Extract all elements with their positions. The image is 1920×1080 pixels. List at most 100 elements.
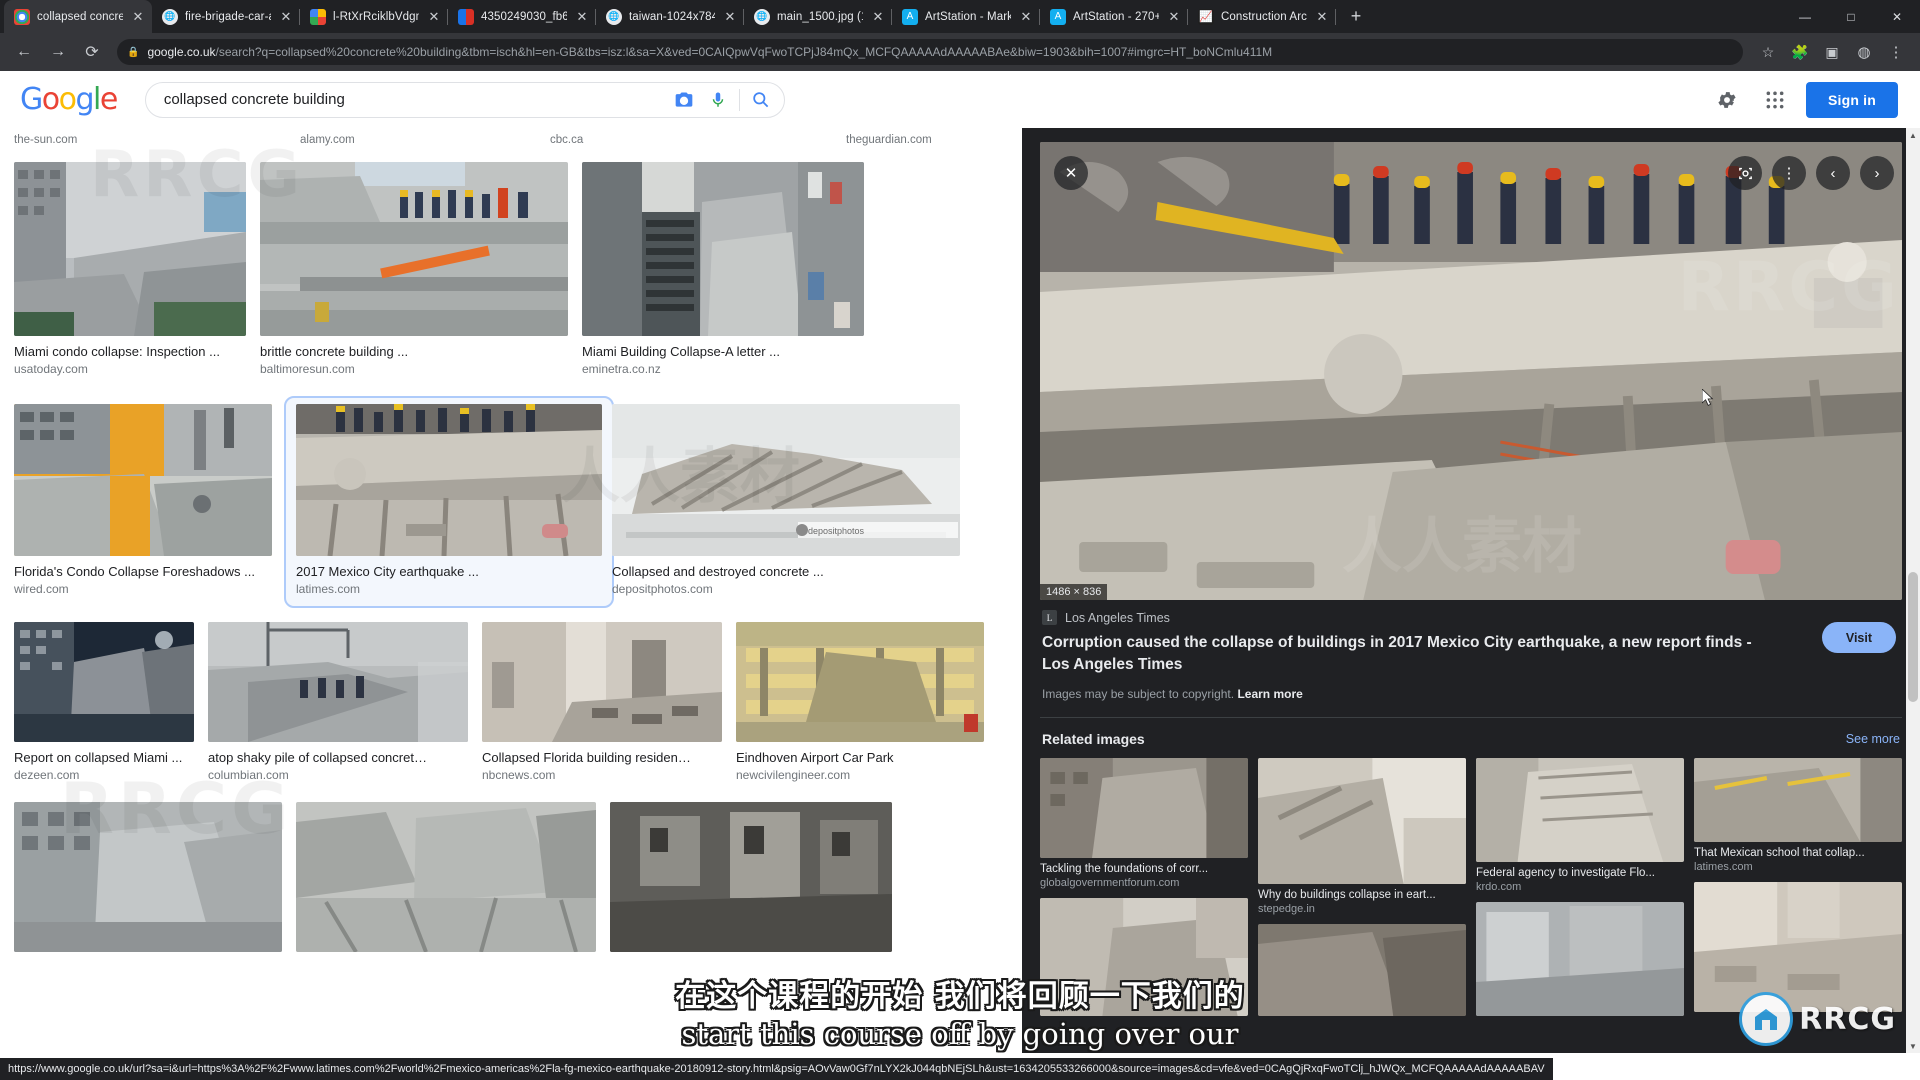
image-result-tile[interactable] xyxy=(610,802,906,970)
browser-tab[interactable]: A ArtStation - 270+ Post ✕ xyxy=(1040,0,1188,33)
tab-close-icon[interactable]: ✕ xyxy=(1018,9,1034,25)
profile-icon[interactable]: ◍ xyxy=(1849,37,1879,67)
image-result-tile[interactable] xyxy=(14,802,296,970)
thumbnail[interactable] xyxy=(1258,758,1466,884)
browser-tab[interactable]: 🌐 taiwan-1024x784.jpg ✕ xyxy=(596,0,744,33)
tab-close-icon[interactable]: ✕ xyxy=(1166,9,1182,25)
thumbnail[interactable] xyxy=(582,162,864,336)
image-result-tile[interactable]: Collapsed Florida building residents ...… xyxy=(482,622,736,800)
scroll-up-arrow[interactable]: ▲ xyxy=(1906,128,1920,142)
browser-tab[interactable]: 🌐 main_1500.jpg (1500 ✕ xyxy=(744,0,892,33)
tab-close-icon[interactable]: ✕ xyxy=(574,9,590,25)
related-image-card[interactable] xyxy=(1040,898,1248,1016)
page-scrollbar[interactable]: ▲ ▼ xyxy=(1906,128,1920,1053)
tile-domain: columbian.com xyxy=(208,768,468,782)
see-more-link[interactable]: See more xyxy=(1846,732,1900,746)
google-lens-icon[interactable] xyxy=(1728,156,1762,190)
learn-more-link[interactable]: Learn more xyxy=(1237,687,1302,701)
image-result-tile[interactable]: Eindhoven Airport Car Park newcivilengin… xyxy=(736,622,998,800)
tab-close-icon[interactable]: ✕ xyxy=(722,9,738,25)
related-image-card[interactable]: Tackling the foundations of corr... glob… xyxy=(1040,758,1248,889)
thumbnail[interactable]: depositphotos xyxy=(612,404,960,556)
scrollbar-thumb[interactable] xyxy=(1908,572,1918,702)
tab-close-icon[interactable]: ✕ xyxy=(278,9,294,25)
tab-close-icon[interactable]: ✕ xyxy=(1314,9,1330,25)
thumbnail[interactable] xyxy=(14,622,194,742)
thumbnail[interactable] xyxy=(1040,758,1248,858)
gear-icon[interactable] xyxy=(1710,83,1744,117)
browser-tab[interactable]: collapsed concrete bu ✕ xyxy=(4,0,152,33)
thumbnail[interactable] xyxy=(482,622,722,742)
thumbnail[interactable] xyxy=(1258,924,1466,1016)
related-image-card[interactable]: Federal agency to investigate Flo... krd… xyxy=(1476,758,1684,893)
image-result-tile[interactable]: depositphotos Collapsed and destroyed co… xyxy=(612,404,974,614)
chevron-left-icon[interactable]: ‹ xyxy=(1816,156,1850,190)
search-box[interactable] xyxy=(145,82,785,118)
image-result-tile[interactable]: Miami condo collapse: Inspection ... usa… xyxy=(14,162,260,394)
hero-image[interactable]: ✕ ⋮ ‹ › 1486 × 836 xyxy=(1040,142,1902,600)
thumbnail[interactable] xyxy=(14,162,246,336)
panel-source[interactable]: L Los Angeles Times xyxy=(1042,610,1900,625)
forward-button[interactable]: → xyxy=(43,37,73,67)
browser-tab[interactable]: A ArtStation - Marketpla ✕ xyxy=(892,0,1040,33)
close-icon[interactable]: ✕ xyxy=(1054,156,1088,190)
puzzle-icon[interactable]: 🧩 xyxy=(1785,37,1815,67)
image-result-tile[interactable] xyxy=(296,802,610,970)
search-icon[interactable] xyxy=(744,83,778,117)
thumbnail[interactable] xyxy=(296,802,596,952)
image-result-tile[interactable]: atop shaky pile of collapsed concrete ..… xyxy=(208,622,482,800)
camera-icon[interactable] xyxy=(667,83,701,117)
thumbnail[interactable] xyxy=(610,802,892,952)
minimize-button[interactable]: — xyxy=(1782,0,1828,33)
thumbnail[interactable] xyxy=(1476,902,1684,1016)
image-result-tile[interactable]: Miami Building Collapse-A letter ... emi… xyxy=(582,162,878,394)
new-tab-button[interactable]: + xyxy=(1342,2,1370,30)
close-window-button[interactable]: ✕ xyxy=(1874,0,1920,33)
apps-grid-icon[interactable] xyxy=(1758,83,1792,117)
thumbnail[interactable] xyxy=(736,622,984,742)
microphone-icon[interactable] xyxy=(701,83,735,117)
browser-tab[interactable]: 🌐 fire-brigade-car-amon ✕ xyxy=(152,0,300,33)
related-image-card[interactable]: Why do buildings collapse in eart... ste… xyxy=(1258,758,1466,915)
globe-icon: 🌐 xyxy=(162,9,178,25)
thumbnail[interactable] xyxy=(260,162,568,336)
star-icon[interactable]: ☆ xyxy=(1753,37,1783,67)
related-image-card[interactable] xyxy=(1476,902,1684,1016)
google-logo[interactable]: Google xyxy=(20,82,117,117)
chevron-right-icon[interactable]: › xyxy=(1860,156,1894,190)
image-result-tile[interactable]: Report on collapsed Miami ... dezeen.com xyxy=(14,622,208,800)
tab-close-icon[interactable]: ✕ xyxy=(426,9,442,25)
browser-tab[interactable]: 4350249030_fb63702 ✕ xyxy=(448,0,596,33)
panel-title[interactable]: Corruption caused the collapse of buildi… xyxy=(1042,632,1762,676)
image-result-tile[interactable]: Florida's Condo Collapse Foreshadows ...… xyxy=(14,404,286,614)
browser-tab[interactable]: l-RtXrRciklbVdgmtqJm ✕ xyxy=(300,0,448,33)
image-result-tile[interactable]: brittle concrete building ... baltimores… xyxy=(260,162,582,394)
scroll-down-arrow[interactable]: ▼ xyxy=(1906,1039,1920,1053)
sign-in-button[interactable]: Sign in xyxy=(1806,82,1898,118)
top-source-row: the-sun.com alamy.com cbc.ca theguardian… xyxy=(14,128,1008,152)
tab-close-icon[interactable]: ✕ xyxy=(130,9,146,25)
search-input[interactable] xyxy=(164,91,667,108)
thumbnail[interactable] xyxy=(1476,758,1684,862)
address-bar[interactable]: 🔒 google.co.uk/search?q=collapsed%20conc… xyxy=(117,39,1743,65)
thumbnail[interactable] xyxy=(14,404,272,556)
browser-toolbar: ← → ⟳ 🔒 google.co.uk/search?q=collapsed%… xyxy=(0,33,1920,71)
menu-icon[interactable]: ⋮ xyxy=(1881,37,1911,67)
panel-divider xyxy=(1040,717,1902,718)
thumbnail[interactable] xyxy=(208,622,468,742)
browser-tab[interactable]: 📈 Construction Archives ✕ xyxy=(1188,0,1336,33)
reload-button[interactable]: ⟳ xyxy=(77,37,107,67)
cast-icon[interactable]: ▣ xyxy=(1817,37,1847,67)
back-button[interactable]: ← xyxy=(9,37,39,67)
related-image-card[interactable]: That Mexican school that collap... latim… xyxy=(1694,758,1902,873)
maximize-button[interactable]: □ xyxy=(1828,0,1874,33)
thumbnail[interactable] xyxy=(14,802,282,952)
visit-button[interactable]: Visit xyxy=(1822,622,1896,653)
thumbnail[interactable] xyxy=(1694,758,1902,842)
thumbnail[interactable] xyxy=(1040,898,1248,1016)
image-result-tile-selected[interactable]: 2017 Mexico City earthquake ... latimes.… xyxy=(286,398,612,606)
tab-close-icon[interactable]: ✕ xyxy=(870,9,886,25)
related-image-card[interactable] xyxy=(1258,924,1466,1016)
thumbnail[interactable] xyxy=(296,404,602,556)
more-vertical-icon[interactable]: ⋮ xyxy=(1772,156,1806,190)
